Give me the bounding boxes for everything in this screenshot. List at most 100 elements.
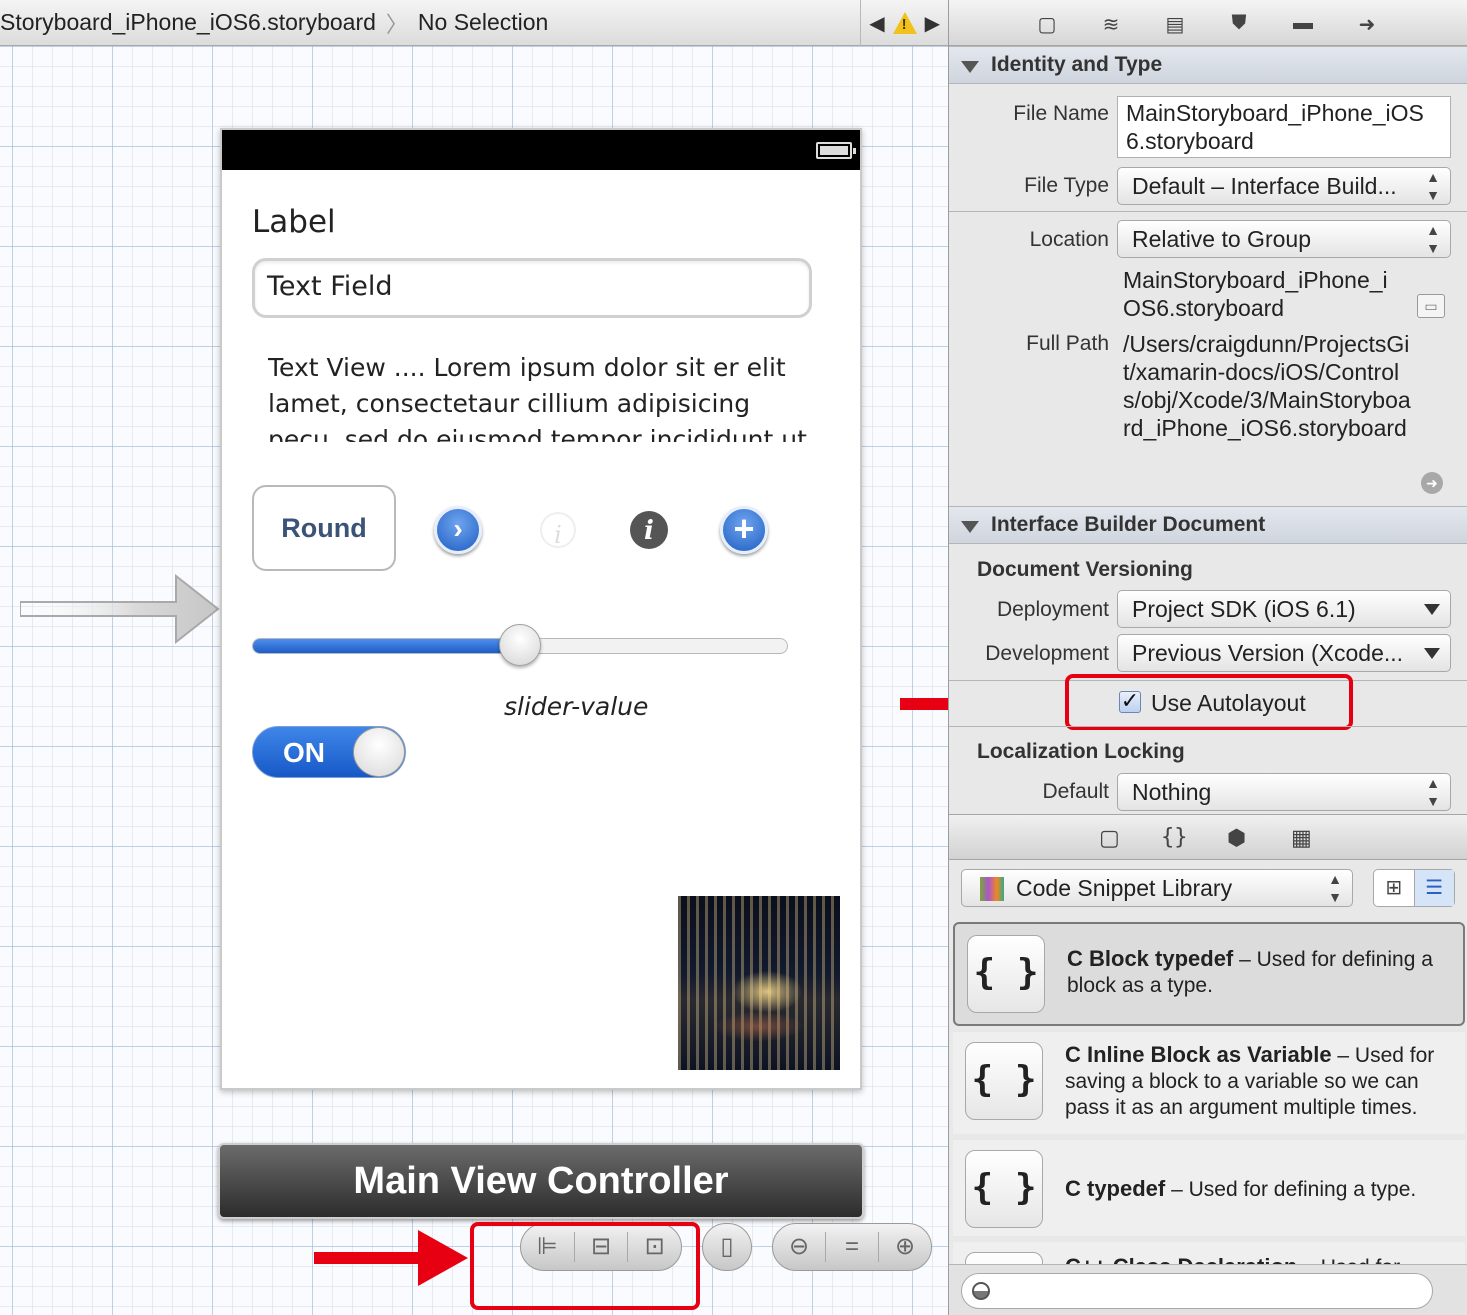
up-down-icon: ▲ ▼	[1328, 871, 1342, 905]
snippet-braces-icon: { }	[965, 1252, 1043, 1264]
identity-inspector-icon[interactable]: ▤	[1163, 12, 1187, 36]
disclosure-triangle-icon[interactable]	[961, 521, 979, 533]
detail-disclosure-icon[interactable]: ›	[434, 506, 482, 554]
slider-fill	[253, 639, 520, 653]
development-popup[interactable]: Previous Version (Xcode...	[1117, 634, 1451, 672]
next-issue-icon[interactable]: ▶	[925, 11, 940, 36]
slider-thumb[interactable]	[499, 624, 541, 666]
issue-navigator: ◀ ▶	[860, 0, 948, 46]
disclosure-triangle-icon[interactable]	[961, 61, 979, 73]
round-rect-button[interactable]: Round	[252, 485, 396, 571]
location-popup[interactable]: Relative to Group ▲ ▼	[1117, 220, 1451, 258]
deployment-popup[interactable]: Project SDK (iOS 6.1)	[1117, 590, 1451, 628]
snippet-text: C typedef – Used for defining a type.	[1065, 1176, 1417, 1201]
iphone-view[interactable]: Label Text Field Text View .... Lorem ip…	[220, 128, 862, 1090]
library-item[interactable]: { } C Inline Block as Variable – Used fo…	[953, 1032, 1465, 1134]
document-versioning-label: Document Versioning	[977, 558, 1193, 581]
attributes-inspector-icon[interactable]: ⛊	[1227, 12, 1251, 34]
chevron-down-icon	[1424, 604, 1440, 615]
identity-type-header[interactable]: Identity and Type	[949, 46, 1467, 84]
status-bar	[222, 130, 860, 170]
contact-add-icon[interactable]: +	[720, 506, 768, 554]
utilities-inspector: ▢ ≋ ▤ ⛊ ▬ ➜ Identity and Type File Name …	[948, 0, 1467, 1315]
view-controller-dock[interactable]: Main View Controller	[218, 1143, 864, 1219]
library-selector-popup[interactable]: Code Snippet Library ▲ ▼	[961, 869, 1353, 907]
list-view-icon[interactable]: ☰	[1414, 870, 1454, 906]
file-template-library-icon[interactable]: ▢	[1099, 825, 1120, 851]
file-type-label: File Type	[1024, 174, 1109, 197]
library-filter-bar	[949, 1264, 1467, 1315]
warning-icon[interactable]	[892, 12, 917, 34]
choose-file-icon[interactable]: ▭	[1417, 294, 1445, 318]
jump-bar: Storyboard_iPhone_iOS6.storyboard 〉 No S…	[0, 0, 948, 46]
full-path-label: Full Path	[1026, 332, 1109, 355]
view-mode-toggle: ⊞ ☰	[1373, 869, 1455, 907]
snippet-braces-icon: { }	[965, 1042, 1043, 1120]
deployment-label: Deployment	[996, 598, 1109, 621]
zoom-in-icon[interactable]: ⊕	[879, 1232, 931, 1262]
iphone-size-icon[interactable]: ▯	[703, 1232, 751, 1262]
slider-value-label[interactable]: slider-value	[504, 692, 648, 721]
info-light-icon[interactable]: i	[540, 512, 576, 549]
breadcrumb-selection[interactable]: No Selection	[418, 9, 548, 36]
section-title: Interface Builder Document	[991, 513, 1266, 536]
inspector-tab-bar: ▢ ≋ ▤ ⛊ ▬ ➜	[949, 0, 1467, 46]
snippet-text: C Block typedef – Used for defining a bl…	[1067, 946, 1433, 997]
localization-default-popup[interactable]: Nothing ▲ ▼	[1117, 773, 1451, 811]
city-night-image[interactable]	[678, 896, 840, 1070]
storyboard-canvas[interactable]: Label Text Field Text View .... Lorem ip…	[0, 46, 948, 1315]
library-item[interactable]: { } C Block typedef – Used for defining …	[953, 922, 1465, 1026]
snippet-braces-icon: { }	[967, 935, 1045, 1013]
previous-issue-icon[interactable]: ◀	[869, 11, 884, 36]
ui-text-view[interactable]: Text View .... Lorem ipsum dolor sit er …	[268, 350, 808, 442]
books-icon	[980, 877, 1004, 901]
location-label: Location	[1029, 228, 1109, 251]
full-path-text: /Users/craigdunn/ProjectsGit/xamarin-doc…	[1123, 331, 1411, 441]
switch-on-label: ON	[283, 737, 325, 768]
grid-view-icon[interactable]: ⊞	[1374, 870, 1415, 906]
chevron-right-icon: 〉	[385, 11, 408, 37]
form-factor-control: ▯	[702, 1223, 752, 1271]
red-arrow-icon	[314, 1230, 468, 1286]
zoom-out-icon[interactable]: ⊖	[773, 1232, 826, 1262]
zoom-controls: ⊖ = ⊕	[772, 1223, 932, 1271]
switch-knob	[353, 727, 405, 777]
file-name-label: File Name	[1013, 102, 1109, 125]
section-title: Identity and Type	[991, 53, 1163, 76]
snippet-desc: Used for defining a type.	[1188, 1178, 1417, 1201]
divider	[949, 211, 1467, 212]
snippet-text: C++ Class Declaration – Used for	[1065, 1254, 1455, 1264]
connections-inspector-icon[interactable]: ➜	[1355, 12, 1379, 36]
ib-document-header[interactable]: Interface Builder Document	[949, 506, 1467, 544]
size-inspector-icon[interactable]: ▬	[1291, 12, 1315, 34]
initial-view-arrow-icon	[20, 574, 220, 644]
up-down-icon: ▲ ▼	[1426, 169, 1440, 203]
info-dark-icon[interactable]: i	[630, 511, 668, 549]
media-library-icon[interactable]: ▦	[1291, 825, 1312, 851]
object-library-icon[interactable]: ⬢	[1227, 825, 1246, 851]
ui-switch[interactable]: ON	[252, 726, 406, 778]
reveal-in-finder-icon[interactable]: ➜	[1421, 472, 1443, 494]
zoom-actual-icon[interactable]: =	[826, 1232, 879, 1262]
library-item[interactable]: { } C typedef – Used for defining a type…	[953, 1140, 1465, 1236]
snippet-title: C++ Class Declaration	[1065, 1254, 1297, 1264]
ui-label[interactable]: Label	[252, 204, 336, 240]
library-item[interactable]: { } C++ Class Declaration – Used for	[953, 1242, 1465, 1264]
breadcrumb-file[interactable]: Storyboard_iPhone_iOS6.storyboard	[0, 9, 376, 36]
relative-path-text: MainStoryboard_iPhone_iOS6.storyboard	[1123, 267, 1388, 321]
quick-help-icon[interactable]: ≋	[1099, 12, 1123, 36]
snippet-desc: Used for	[1321, 1256, 1400, 1264]
up-down-icon: ▲ ▼	[1426, 222, 1440, 256]
filter-icon	[972, 1282, 990, 1300]
library-selector-value: Code Snippet Library	[1016, 875, 1233, 901]
file-inspector-icon[interactable]: ▢	[1035, 12, 1059, 36]
file-name-field[interactable]: MainStoryboard_iPhone_iOS6.storyboard	[1117, 96, 1451, 158]
code-snippet-library-icon[interactable]: {}	[1161, 825, 1188, 850]
localization-locking-label: Localization Locking	[977, 740, 1185, 763]
snippet-title: C typedef	[1065, 1176, 1166, 1201]
snippet-text: C Inline Block as Variable – Used for sa…	[1065, 1042, 1435, 1119]
file-type-value: Default – Interface Build...	[1132, 173, 1397, 199]
library-filter-input[interactable]	[961, 1273, 1433, 1309]
file-type-popup[interactable]: Default – Interface Build... ▲ ▼	[1117, 167, 1451, 205]
ui-text-field[interactable]: Text Field	[252, 258, 812, 318]
